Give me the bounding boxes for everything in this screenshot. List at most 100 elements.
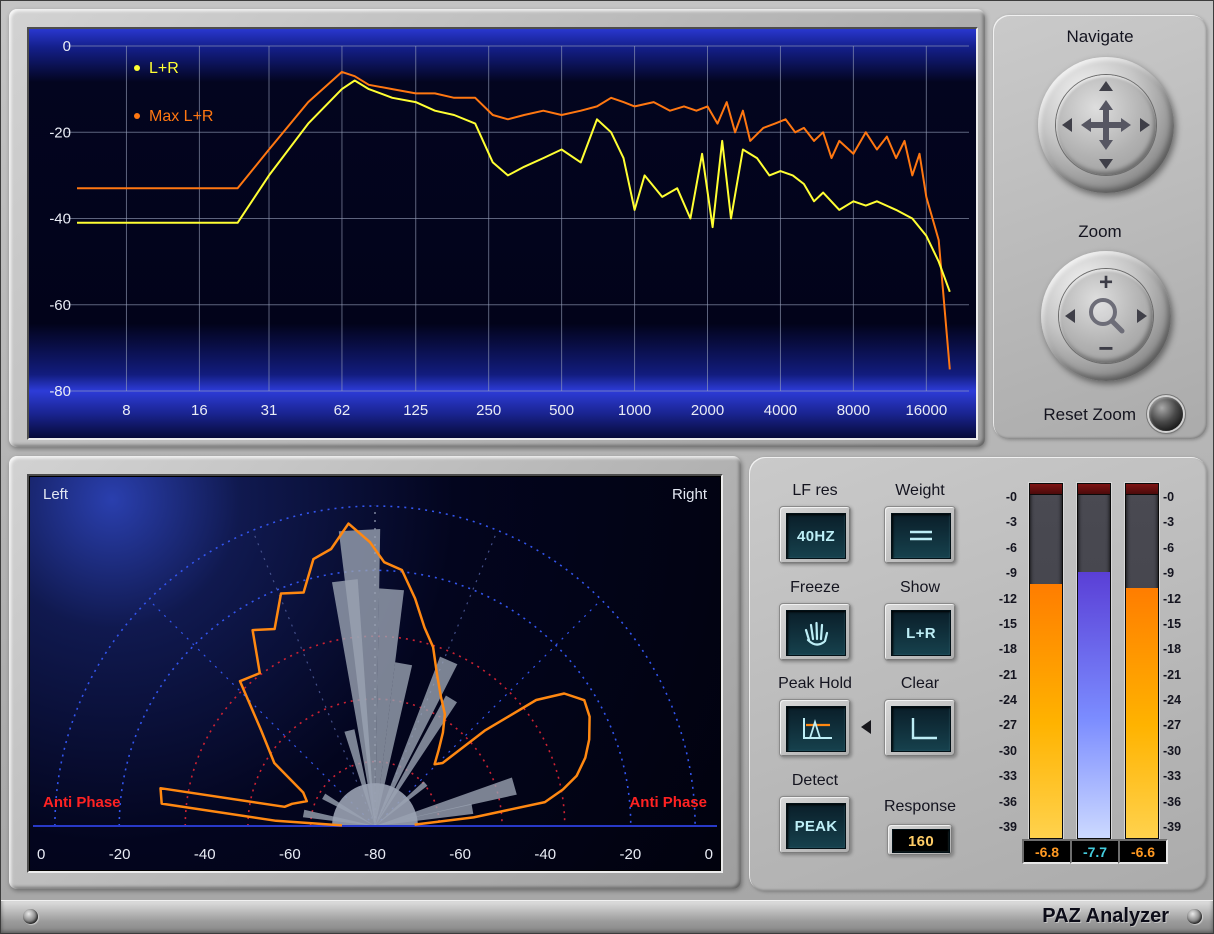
meter-fill [1126, 588, 1158, 838]
spectrum-x-label: 8000 [837, 402, 870, 419]
phase-panel: Left Right Anti Phase Anti Phase 0-20-40… [9, 456, 741, 889]
legend-dot [134, 65, 140, 71]
show-value: L+R [891, 610, 951, 656]
zoom-pad[interactable]: + − [1041, 251, 1171, 381]
zoom-label: Zoom [993, 222, 1207, 242]
spectrum-x-label: 16000 [905, 402, 947, 419]
phase-axis-label: -20 [620, 846, 642, 863]
peak-hold-label: Peak Hold [770, 675, 860, 693]
spectrum-panel: 0-20-40-60-80816316212525050010002000400… [9, 9, 985, 447]
navigate-left-arrow[interactable] [1062, 118, 1072, 132]
meter-scale-label: -0 [1163, 490, 1197, 504]
meter-scale-label: -15 [1163, 617, 1197, 631]
phase-axis-label: -40 [194, 846, 216, 863]
spectrum-x-label: 4000 [764, 402, 797, 419]
freeze-label: Freeze [779, 579, 851, 597]
spectrum-y-label: -60 [49, 297, 71, 314]
center-disc [332, 783, 418, 826]
meter-readout-mid[interactable]: -7.7 [1070, 839, 1120, 864]
weight-label: Weight [884, 482, 956, 500]
detect-value: PEAK [786, 803, 846, 849]
response-value: 160 [892, 829, 950, 853]
response-control[interactable]: 160 [887, 824, 953, 856]
meter-scale-label: -24 [1163, 693, 1197, 707]
detect-label: Detect [779, 772, 851, 790]
clear-button[interactable] [884, 699, 956, 757]
phase-right-label: Right [672, 486, 707, 503]
spectrum-x-label: 16 [191, 402, 208, 419]
antiphase-right-label: Anti Phase [629, 794, 707, 811]
legend-label: Max L+R [149, 108, 213, 125]
meter-scale-label: -3 [1163, 515, 1197, 529]
spectrum-y-label: 0 [63, 38, 71, 55]
spectrum-x-label: 1000 [618, 402, 651, 419]
meter-scale-label: -6 [983, 541, 1017, 555]
navigate-right-arrow[interactable] [1140, 118, 1150, 132]
meter-right [1125, 483, 1159, 839]
reset-zoom-button[interactable] [1149, 397, 1183, 431]
screw-left-icon [23, 909, 38, 924]
meter-scale-label: -21 [983, 668, 1017, 682]
move-cross-icon [1078, 97, 1134, 153]
spectrum-chart: 0-20-40-60-80816316212525050010002000400… [29, 29, 976, 438]
meter-scale-label: -33 [1163, 769, 1197, 783]
zoom-right-arrow[interactable] [1137, 309, 1147, 323]
reset-zoom-label: Reset Zoom [976, 405, 1136, 425]
freeze-button[interactable] [779, 603, 851, 661]
meter-fill [1030, 584, 1062, 838]
meter-scale-label: -15 [983, 617, 1017, 631]
spectrum-x-label: 500 [549, 402, 574, 419]
antiphase-left-label: Anti Phase [43, 794, 121, 811]
meter-scale-label: -39 [983, 820, 1017, 834]
clip-indicator [1126, 484, 1158, 495]
meter-scale-label: -9 [1163, 566, 1197, 580]
navigate-down-arrow[interactable] [1099, 159, 1113, 169]
legend-label: L+R [149, 60, 179, 77]
navigate-up-arrow[interactable] [1099, 81, 1113, 91]
spectrum-x-label: 125 [403, 402, 428, 419]
lf-res-button[interactable]: 40HZ [779, 506, 851, 564]
clip-indicator [1030, 484, 1062, 495]
meter-mid [1077, 483, 1111, 839]
weight-button[interactable] [884, 506, 956, 564]
phase-axis-label: -60 [449, 846, 471, 863]
spectrum-x-label: 250 [476, 402, 501, 419]
navigate-label: Navigate [993, 27, 1207, 47]
show-button[interactable]: L+R [884, 603, 956, 661]
meter-fill [1078, 572, 1110, 838]
spectrum-y-label: -40 [49, 211, 71, 228]
detect-button[interactable]: PEAK [779, 796, 851, 854]
peak-hold-button[interactable] [779, 699, 851, 757]
meter-scale-left: -0-3-6-9-12-15-18-21-24-27-30-33-36-39 [983, 483, 1017, 837]
screw-right-icon [1187, 909, 1202, 924]
meter-scale-label: -36 [983, 795, 1017, 809]
meter-readout-right[interactable]: -6.6 [1118, 839, 1168, 864]
navigate-pad[interactable] [1038, 57, 1174, 193]
meter-readout-left[interactable]: -6.8 [1022, 839, 1072, 864]
zoom-pad-face: + − [1059, 269, 1153, 363]
meter-scale-label: -36 [1163, 795, 1197, 809]
meter-scale-label: -9 [983, 566, 1017, 580]
clear-label: Clear [884, 675, 956, 693]
meter-scale-right: -0-3-6-9-12-15-18-21-24-27-30-33-36-39 [1163, 483, 1197, 837]
meter-scale-label: -3 [983, 515, 1017, 529]
lf-res-value: 40HZ [786, 513, 846, 559]
peak-hold-graph-icon [796, 714, 836, 744]
phase-axis-label: -20 [109, 846, 131, 863]
meter-scale-label: -24 [983, 693, 1017, 707]
navigate-pad-face [1056, 75, 1156, 175]
phase-axis-label: 0 [37, 846, 45, 863]
clip-indicator [1078, 484, 1110, 495]
zoom-in-button[interactable]: + [1099, 271, 1113, 295]
lf-res-label: LF res [779, 482, 851, 500]
spectrum-x-label: 31 [261, 402, 278, 419]
spectrum-display: 0-20-40-60-80816316212525050010002000400… [27, 27, 978, 440]
options-arrow-icon[interactable] [861, 720, 871, 734]
paz-analyzer-window: 0-20-40-60-80816316212525050010002000400… [0, 0, 1214, 934]
response-label: Response [870, 798, 970, 816]
zoom-left-arrow[interactable] [1065, 309, 1075, 323]
meter-scale-label: -27 [1163, 718, 1197, 732]
spectrum-x-label: 2000 [691, 402, 724, 419]
meter-scale-label: -27 [983, 718, 1017, 732]
phase-axis-label: 0 [705, 846, 713, 863]
